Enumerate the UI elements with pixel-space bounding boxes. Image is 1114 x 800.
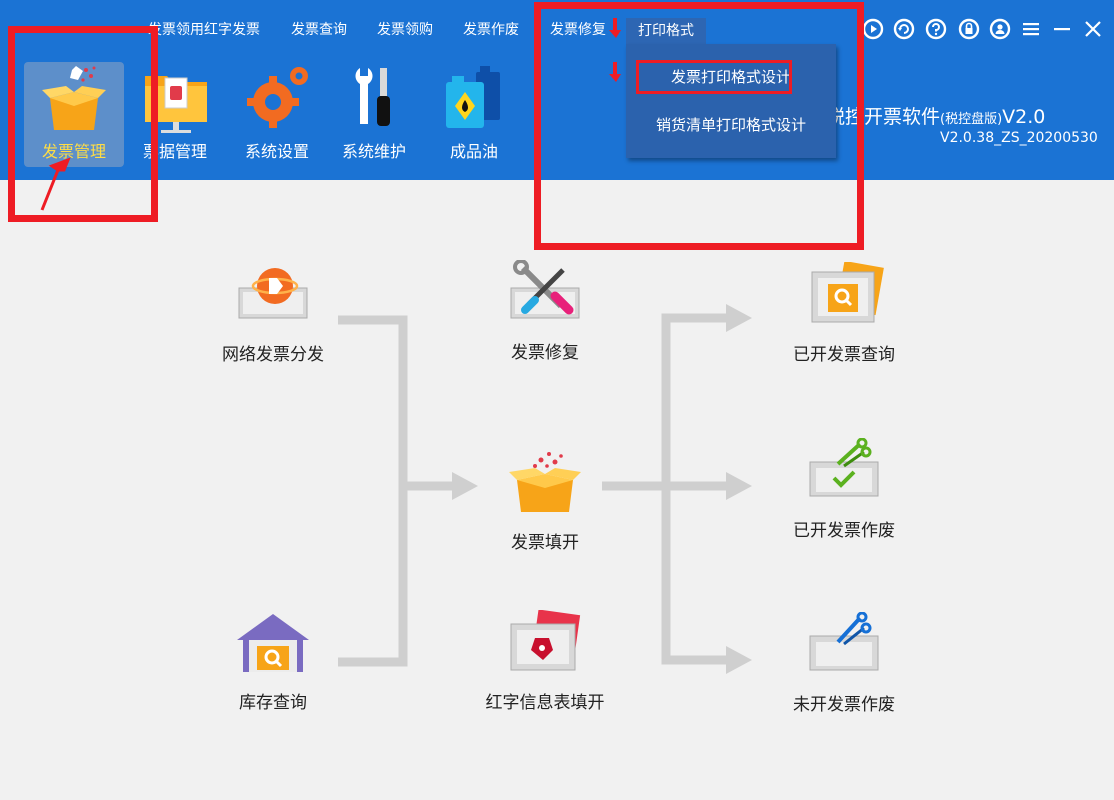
warehouse-search-icon: [233, 610, 313, 674]
help-icon[interactable]: [924, 17, 948, 41]
tools-icon: [336, 62, 412, 134]
close-icon[interactable]: [1081, 17, 1105, 41]
menu-icon[interactable]: [1019, 17, 1043, 41]
tool-label: 系统设置: [244, 142, 309, 161]
menu-invoice-query[interactable]: 发票查询: [291, 20, 347, 40]
app-version-tag: V2.0: [1002, 106, 1046, 128]
refresh-icon[interactable]: [892, 17, 916, 41]
tool-system-maintenance[interactable]: 系统维护: [324, 62, 424, 167]
minimize-icon[interactable]: [1050, 17, 1074, 41]
arrowhead-fill: [452, 472, 478, 500]
gear-icon: [239, 62, 315, 134]
node-label: 红字信息表填开: [485, 693, 605, 713]
annotation-highlight-invoice-print-design: [636, 60, 792, 94]
network-distribution-icon: [233, 262, 313, 326]
node-label: 已开发票查询: [793, 345, 895, 365]
menu-invoice-purchase[interactable]: 发票领购: [377, 20, 433, 40]
arrowhead-unissued-void: [726, 646, 752, 674]
menu-invoice-void[interactable]: 发票作废: [463, 20, 519, 40]
annotation-box-print-format: [534, 2, 864, 250]
user-icon[interactable]: [988, 17, 1012, 41]
connector-left: [338, 315, 408, 667]
tool-label: 系统维护: [341, 142, 406, 161]
node-label: 已开发票作废: [793, 521, 895, 541]
connector-right: [661, 313, 730, 665]
oil-barrel-icon: [436, 62, 512, 134]
node-label: 发票填开: [511, 533, 579, 553]
open-box-icon: [505, 450, 585, 514]
node-label: 未开发票作废: [793, 695, 895, 715]
tool-system-settings[interactable]: 系统设置: [227, 62, 327, 167]
lock-icon[interactable]: [957, 17, 981, 41]
play-icon[interactable]: [861, 17, 885, 41]
red-document-pen-icon: [505, 609, 585, 674]
app-edition: (税控盘版): [940, 112, 1003, 127]
invoice-search-icon: [804, 260, 884, 326]
arrowhead-issued-void: [726, 472, 752, 500]
annotation-box-invoice-management: [8, 26, 158, 222]
node-label: 网络发票分发: [222, 345, 324, 365]
scissors-check-icon: [804, 437, 884, 502]
app-version: V2.0.38_ZS_20200530: [940, 130, 1098, 146]
scissors-icon: [804, 611, 884, 676]
tool-label: 成品油: [449, 142, 498, 161]
node-label: 库存查询: [239, 693, 307, 713]
tool-refined-oil[interactable]: 成品油: [424, 62, 524, 167]
menu-red-invoice[interactable]: 红字发票: [204, 20, 260, 40]
arrowhead-issued-query: [726, 304, 752, 332]
wrench-screwdriver-icon: [505, 259, 585, 324]
node-label: 发票修复: [511, 343, 579, 363]
